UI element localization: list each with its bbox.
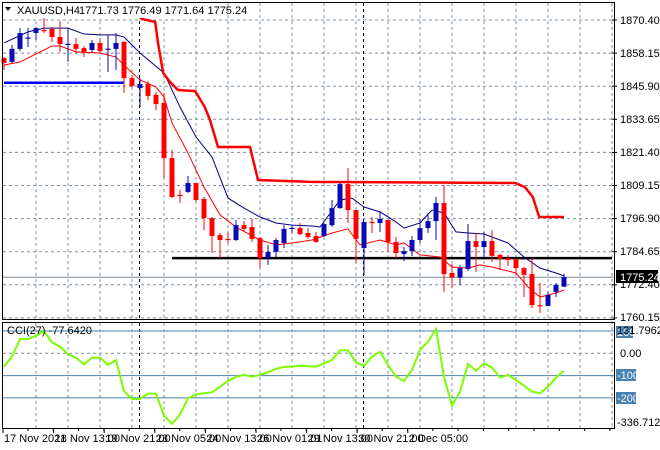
- candle-body: [329, 208, 335, 226]
- candle-body: [561, 277, 567, 287]
- candle-body: [449, 272, 455, 278]
- cci-m200-label: -200: [617, 393, 639, 405]
- candle-body: [89, 42, 95, 50]
- candle-body: [153, 94, 159, 105]
- candle-body: [129, 78, 135, 86]
- candle-body: [249, 227, 255, 239]
- cci-min-label: -336.7125: [617, 417, 660, 429]
- bullish-candle: [337, 181, 343, 209]
- candle-body: [273, 240, 279, 252]
- candle-body: [9, 48, 15, 62]
- candle-body: [57, 37, 63, 45]
- candle-body: [81, 48, 87, 52]
- candle-body: [353, 210, 359, 239]
- candle-body: [345, 184, 351, 210]
- candle-body: [113, 42, 119, 49]
- candle-body: [457, 268, 463, 278]
- cci-m100-label: -100: [617, 370, 639, 382]
- candle-body: [137, 84, 143, 89]
- candle-body: [17, 32, 23, 49]
- candle-body: [33, 28, 39, 33]
- cci-max-label: 131.7962: [617, 325, 660, 337]
- candle-body: [369, 221, 375, 224]
- candle-body: [441, 202, 447, 275]
- price-label: 1870.40: [620, 15, 660, 27]
- candle-body: [25, 37, 31, 39]
- chart-header: XAUUSD,H4 1771.73 1776.49 1771.64 1775.2…: [4, 3, 247, 18]
- bullish-candle: [321, 222, 327, 238]
- candle-body: [201, 198, 207, 219]
- candle-body: [545, 294, 551, 306]
- candle-body: [529, 274, 535, 306]
- price-label: 1821.40: [620, 147, 660, 159]
- candle-body: [481, 241, 487, 248]
- symbol-label: XAUUSD,H4: [17, 5, 80, 17]
- candle-body: [417, 228, 423, 240]
- price-label: 1833.65: [620, 114, 660, 126]
- cci-zero-label: 0.00: [620, 348, 641, 360]
- candle-body: [97, 42, 103, 52]
- candle-body: [177, 194, 183, 197]
- candle-body: [265, 251, 271, 259]
- candle-body: [489, 241, 495, 256]
- price-label: 1796.90: [620, 213, 660, 225]
- candle-body: [473, 241, 479, 248]
- candle-body: [377, 218, 383, 223]
- trading-chart[interactable]: XAUUSD,H4 1771.73 1776.49 1771.64 1775.2…: [0, 0, 660, 450]
- candle-body: [465, 241, 471, 269]
- candle-body: [281, 228, 287, 243]
- current-price-label: 1775.24: [620, 272, 660, 284]
- candle-body: [241, 225, 247, 229]
- candle-body: [73, 44, 79, 49]
- ohlc-values: 1771.73 1776.49 1771.64 1775.24: [79, 5, 247, 17]
- candle-body: [513, 258, 519, 269]
- bearish-candle: [193, 182, 199, 202]
- time-label: 2 Dec 05:00: [409, 433, 468, 445]
- price-label: 1858.15: [620, 48, 660, 60]
- candle-body: [337, 184, 343, 209]
- candle-body: [553, 284, 559, 292]
- candle-body: [401, 251, 407, 255]
- candle-body: [385, 220, 391, 242]
- candle-body: [297, 228, 303, 235]
- candle-body: [185, 182, 191, 192]
- candle-body: [225, 238, 231, 241]
- candle-body: [41, 30, 47, 32]
- candle-body: [257, 238, 263, 259]
- cci-indicator-label: CCI(27) -77.6420: [7, 325, 92, 337]
- candle-body: [537, 305, 543, 307]
- candle-body: [105, 48, 111, 50]
- candle-body: [49, 28, 55, 38]
- price-label: 1845.90: [620, 81, 660, 93]
- candle-body: [433, 202, 439, 222]
- candle-body: [161, 102, 167, 159]
- candle-body: [233, 225, 239, 240]
- candle-body: [217, 235, 223, 240]
- candle-body: [145, 84, 151, 96]
- candle-body: [65, 43, 71, 45]
- candle-body: [409, 240, 415, 252]
- candle-body: [425, 221, 431, 229]
- candle-body: [497, 254, 503, 259]
- price-label: 1809.15: [620, 180, 660, 192]
- candle-body: [209, 218, 215, 236]
- candle-body: [505, 258, 511, 260]
- candle-body: [121, 41, 127, 79]
- price-label: 1784.65: [620, 246, 660, 258]
- candle-body: [169, 158, 175, 198]
- candle-body: [305, 232, 311, 238]
- candle-body: [361, 221, 367, 249]
- candle-body: [393, 241, 399, 253]
- price-label: 1760.15: [620, 312, 660, 324]
- candle-body: [321, 224, 327, 236]
- candle-body: [193, 182, 199, 200]
- candle-body: [289, 227, 295, 230]
- candle-body: [313, 235, 319, 242]
- candle-body: [521, 268, 527, 275]
